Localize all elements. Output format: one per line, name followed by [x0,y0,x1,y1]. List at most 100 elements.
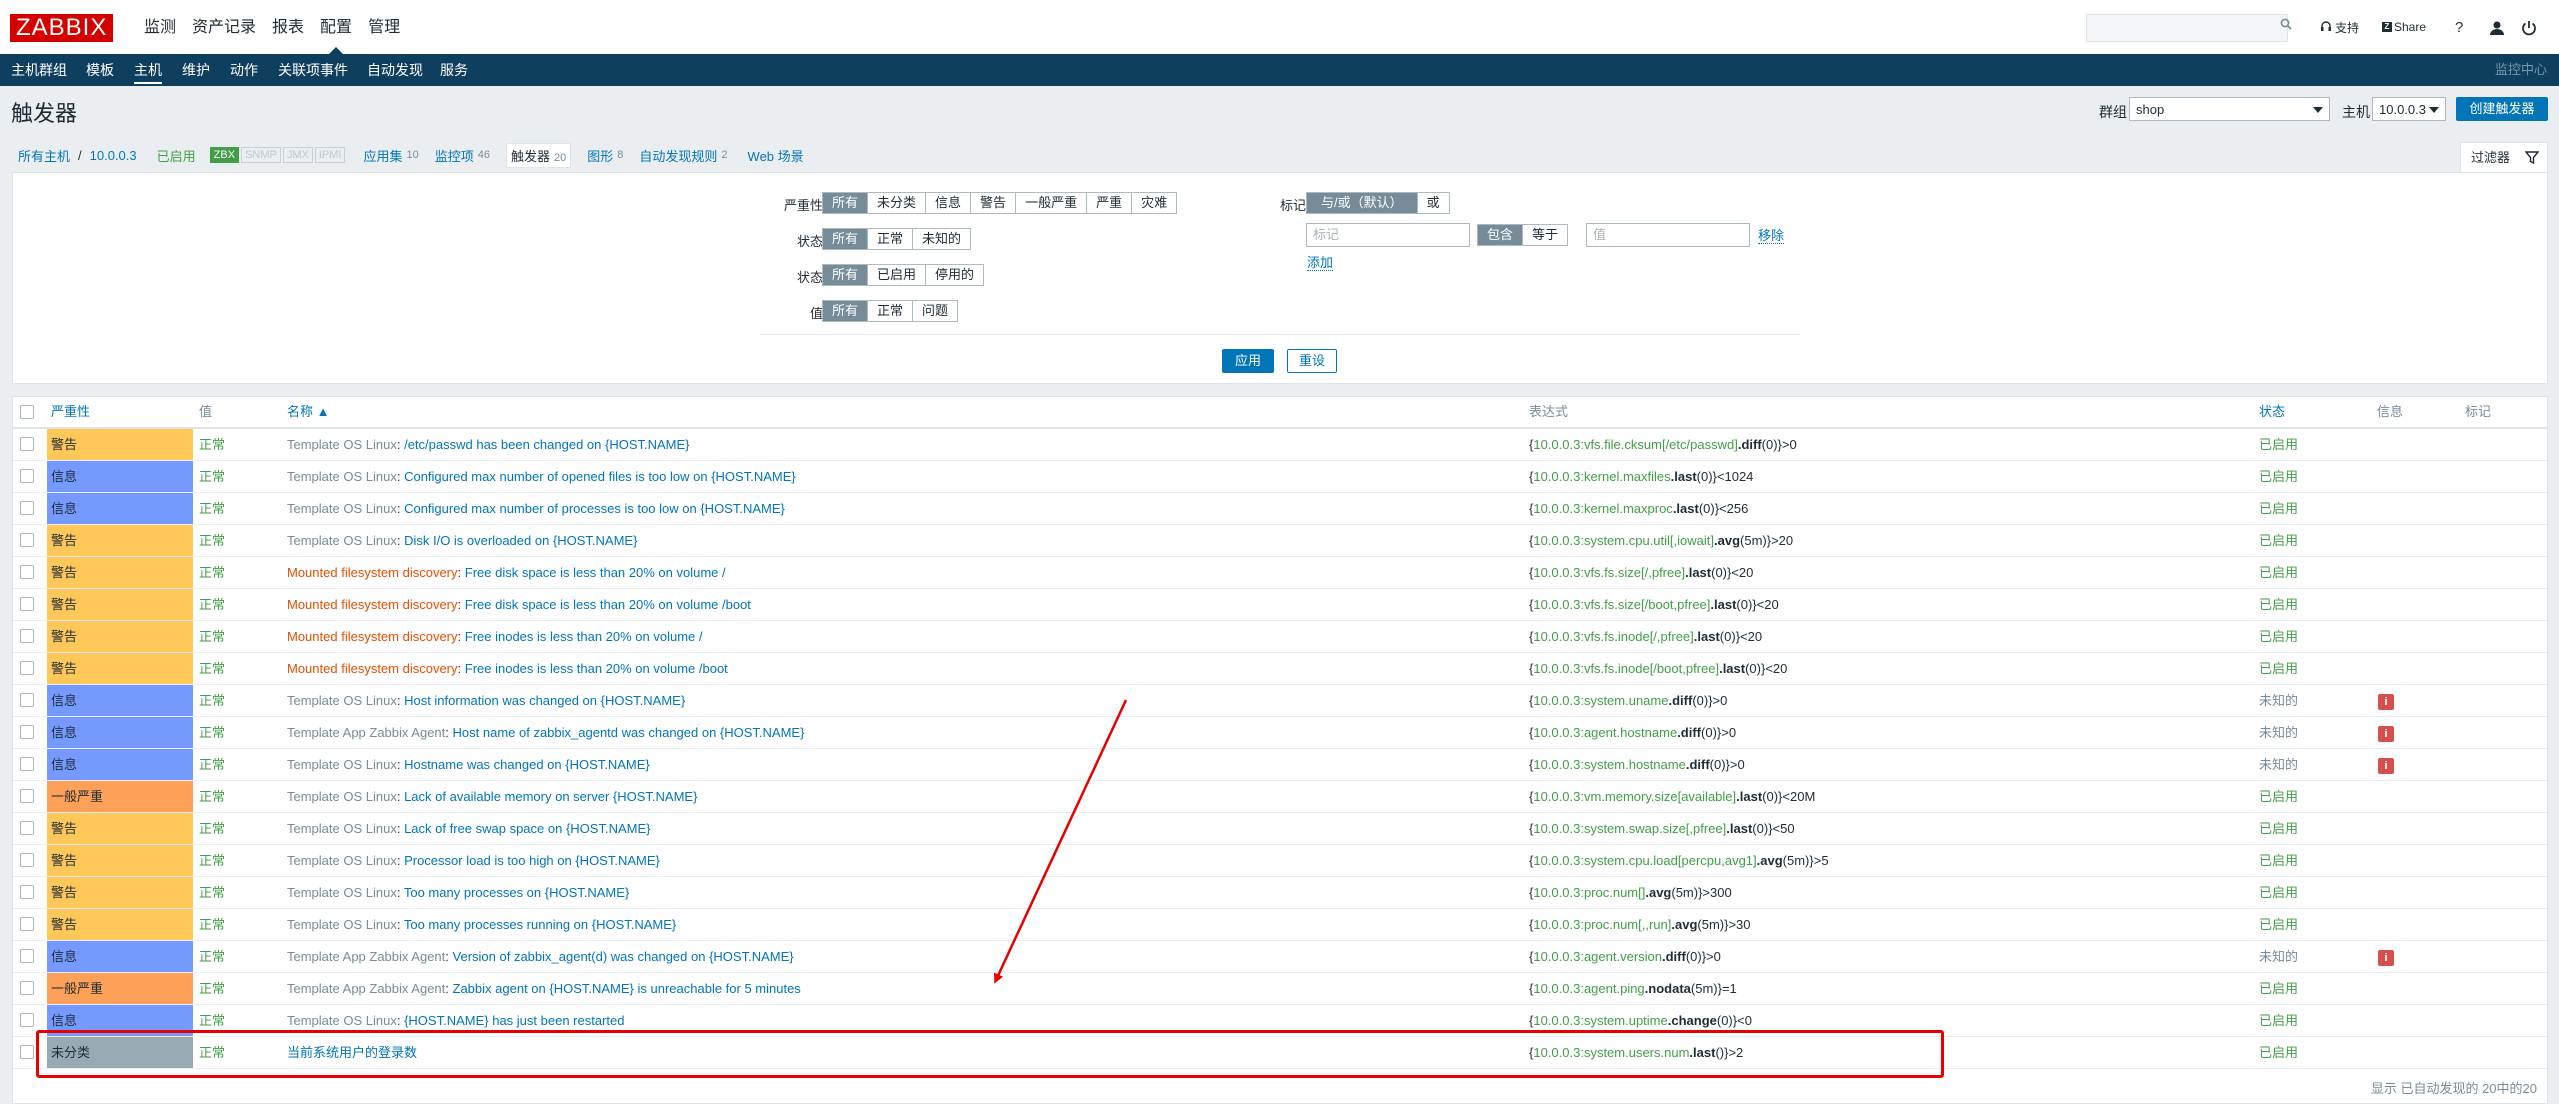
status-toggle[interactable]: 已启用 [2259,909,2298,940]
value-option-problem[interactable]: 问题 [913,301,958,321]
expression-item-link[interactable]: 10.0.0.3:system.uname [1533,693,1668,708]
tag-mode-or[interactable]: 或 [1417,193,1449,213]
menu-monitoring[interactable]: 监测 [136,0,184,54]
help-icon[interactable]: ? [2455,0,2463,54]
row-checkbox[interactable] [20,565,34,579]
expression-item-link[interactable]: 10.0.0.3:system.cpu.load[percpu,avg1] [1533,853,1756,868]
trigger-name-link[interactable]: Lack of free swap space on {HOST.NAME} [404,821,650,836]
tab-graphs[interactable]: 图形 [587,146,613,165]
trigger-name-link[interactable]: /etc/passwd has been changed on {HOST.NA… [404,437,689,452]
trigger-name-link[interactable]: Free inodes is less than 20% on volume / [465,629,703,644]
submenu-hosts[interactable]: 主机 [134,54,162,84]
submenu-correlation[interactable]: 关联项事件 [278,54,348,86]
expression-item-link[interactable]: 10.0.0.3:system.cpu.util[,iowait] [1533,533,1714,548]
monitor-center-link[interactable]: 监控中心 [2495,54,2547,86]
search-icon[interactable] [2280,18,2292,30]
value-option-all[interactable]: 所有 [823,301,869,321]
expression-item-link[interactable]: 10.0.0.3:vfs.fs.inode[/,pfree] [1533,629,1693,644]
status-toggle[interactable]: 已启用 [2259,781,2298,812]
tag-operator-equals[interactable]: 等于 [1523,225,1568,245]
status-option-enabled[interactable]: 已启用 [868,265,927,285]
row-checkbox[interactable] [20,981,34,995]
column-name[interactable]: 名称 ▲ [287,397,329,427]
trigger-template-link[interactable]: Template App Zabbix Agent [287,949,445,964]
trigger-template-link[interactable]: Mounted filesystem discovery [287,661,458,676]
tag-mode-and-or[interactable]: 与/或（默认） [1307,193,1418,213]
status-toggle[interactable]: 已启用 [2259,973,2298,1004]
trigger-name-link[interactable]: Host name of zabbix_agentd was changed o… [453,725,805,740]
severity-option-average[interactable]: 一般严重 [1016,193,1088,213]
severity-option-high[interactable]: 严重 [1087,193,1133,213]
submenu-services[interactable]: 服务 [440,54,468,86]
menu-reports[interactable]: 报表 [264,0,312,54]
expression-item-link[interactable]: 10.0.0.3:agent.version [1533,949,1662,964]
submenu-templates[interactable]: 模板 [86,54,114,86]
status-toggle[interactable]: 已启用 [2259,493,2298,524]
row-checkbox[interactable] [20,501,34,515]
logout-power-icon[interactable] [2519,18,2539,38]
state-option-unknown[interactable]: 未知的 [913,229,971,249]
row-checkbox[interactable] [20,437,34,451]
info-warning-icon[interactable]: i [2378,950,2394,966]
status-toggle[interactable]: 已启用 [2259,813,2298,844]
expression-item-link[interactable]: 10.0.0.3:proc.num[,,run] [1533,917,1671,932]
status-option-disabled[interactable]: 停用的 [926,265,984,285]
status-toggle[interactable]: 已启用 [2259,557,2298,588]
tab-discovery-rules[interactable]: 自动发现规则 [639,146,717,165]
submenu-maintenance[interactable]: 维护 [182,54,210,86]
status-toggle[interactable]: 未知的 [2259,941,2298,972]
trigger-name-link[interactable]: Too many processes running on {HOST.NAME… [404,917,676,932]
trigger-template-link[interactable]: Mounted filesystem discovery [287,597,458,612]
state-option-normal[interactable]: 正常 [868,229,914,249]
search-input[interactable] [2086,14,2288,42]
tab-triggers[interactable]: 触发器 20 [506,142,572,168]
apply-button[interactable]: 应用 [1222,349,1274,373]
remove-tag-link[interactable]: 移除 [1758,228,1785,244]
menu-administration[interactable]: 管理 [360,0,408,54]
trigger-template-link[interactable]: Template OS Linux [287,917,397,932]
trigger-name-link[interactable]: Configured max number of processes is to… [404,501,785,516]
trigger-template-link[interactable]: Template OS Linux [287,853,397,868]
tag-value-input[interactable]: 值 [1586,223,1750,247]
status-toggle[interactable]: 已启用 [2259,621,2298,652]
add-tag-link[interactable]: 添加 [1307,255,1334,271]
filter-tab[interactable]: 过滤器 [2460,142,2548,172]
severity-option-disaster[interactable]: 灾难 [1132,193,1177,213]
column-status[interactable]: 状态 [2259,397,2285,427]
expression-item-link[interactable]: 10.0.0.3:agent.hostname [1533,725,1677,740]
trigger-name-link[interactable]: Disk I/O is overloaded on {HOST.NAME} [404,533,637,548]
trigger-name-link[interactable]: Too many processes on {HOST.NAME} [404,885,629,900]
expression-item-link[interactable]: 10.0.0.3:system.hostname [1533,757,1685,772]
expression-item-link[interactable]: 10.0.0.3:vfs.fs.inode[/boot,pfree] [1533,661,1719,676]
trigger-template-link[interactable]: Mounted filesystem discovery [287,629,458,644]
trigger-template-link[interactable]: Template OS Linux [287,469,397,484]
info-warning-icon[interactable]: i [2378,694,2394,710]
tag-name-input[interactable]: 标记 [1306,223,1470,247]
support-link[interactable]: 支持 [2320,0,2359,54]
row-checkbox[interactable] [20,1013,34,1027]
expression-item-link[interactable]: 10.0.0.3:vfs.file.cksum[/etc/passwd] [1533,437,1737,452]
severity-option-information[interactable]: 信息 [926,193,972,213]
trigger-name-link[interactable]: Free inodes is less than 20% on volume /… [465,661,728,676]
host-select[interactable]: 10.0.0.3 [2372,97,2446,121]
tab-applications[interactable]: 应用集 [363,146,402,165]
user-profile-icon[interactable] [2487,18,2507,38]
create-trigger-button[interactable]: 创建触发器 [2456,97,2548,121]
tag-operator-contains[interactable]: 包含 [1478,225,1524,245]
trigger-template-link[interactable]: Template App Zabbix Agent [287,981,445,996]
status-toggle[interactable]: 已启用 [2259,653,2298,684]
trigger-name-link[interactable]: Free disk space is less than 20% on volu… [465,565,726,580]
expression-item-link[interactable]: 10.0.0.3:proc.num[] [1533,885,1645,900]
row-checkbox[interactable] [20,1045,34,1059]
row-checkbox[interactable] [20,821,34,835]
row-checkbox[interactable] [20,725,34,739]
select-all-checkbox[interactable] [20,405,34,419]
status-toggle[interactable]: 未知的 [2259,749,2298,780]
row-checkbox[interactable] [20,469,34,483]
trigger-template-link[interactable]: Template OS Linux [287,757,397,772]
expression-item-link[interactable]: 10.0.0.3:vm.memory.size[available] [1533,789,1736,804]
status-toggle[interactable]: 已启用 [2259,1005,2298,1036]
submenu-discovery[interactable]: 自动发现 [367,54,423,86]
status-toggle[interactable]: 未知的 [2259,717,2298,748]
share-link[interactable]: Z Share [2382,0,2426,54]
